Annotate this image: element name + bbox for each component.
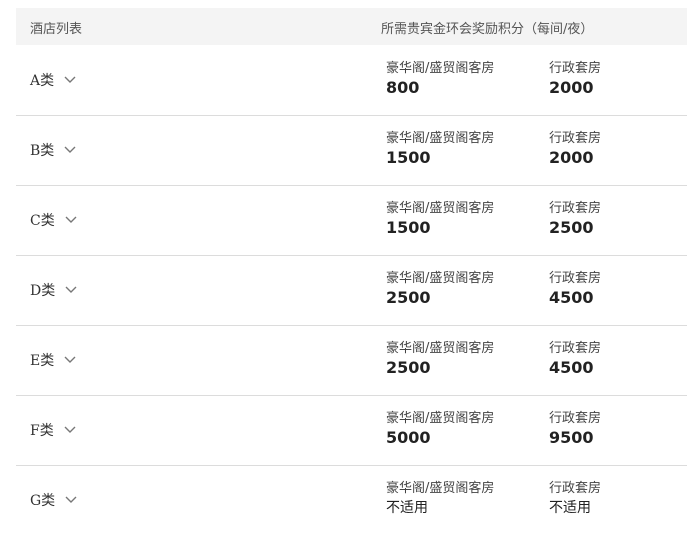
category-toggle-a[interactable]: A类	[30, 70, 76, 90]
executive-suite-points: 4500	[549, 288, 594, 307]
category-toggle-g[interactable]: G类	[30, 490, 77, 510]
deluxe-room-cell: 豪华阁/盛贸阁客房 1500	[386, 130, 494, 168]
executive-suite-points: 2000	[549, 78, 594, 97]
executive-suite-label: 行政套房	[549, 411, 602, 426]
deluxe-room-label: 豪华阁/盛贸阁客房	[386, 201, 495, 216]
category-label: A类	[30, 73, 55, 89]
executive-suite-label: 行政套房	[549, 481, 602, 496]
category-toggle-b[interactable]: B类	[30, 140, 76, 160]
executive-suite-label: 行政套房	[549, 61, 602, 76]
deluxe-room-points: 800	[386, 78, 420, 97]
category-label: C类	[30, 213, 55, 229]
chevron-down-icon	[65, 286, 77, 293]
category-toggle-d[interactable]: D类	[30, 280, 77, 300]
executive-suite-cell: 行政套房 4500	[549, 340, 601, 378]
deluxe-room-points: 不适用	[386, 500, 428, 516]
chevron-down-icon	[64, 426, 76, 433]
table-row: B类 豪华阁/盛贸阁客房 1500 行政套房 2000	[16, 116, 687, 186]
table-row: F类 豪华阁/盛贸阁客房 5000 行政套房 9500	[16, 396, 687, 466]
executive-suite-label: 行政套房	[549, 131, 602, 146]
deluxe-room-cell: 豪华阁/盛贸阁客房 2500	[386, 270, 494, 308]
deluxe-room-cell: 豪华阁/盛贸阁客房 800	[386, 60, 494, 98]
executive-suite-label: 行政套房	[549, 271, 602, 286]
category-label: F类	[30, 423, 54, 439]
deluxe-room-cell: 豪华阁/盛贸阁客房 2500	[386, 340, 494, 378]
table-row: E类 豪华阁/盛贸阁客房 2500 行政套房 4500	[16, 326, 687, 396]
deluxe-room-label: 豪华阁/盛贸阁客房	[386, 411, 495, 426]
executive-suite-points: 不适用	[549, 500, 591, 516]
deluxe-room-label: 豪华阁/盛贸阁客房	[386, 131, 495, 146]
category-label: D类	[30, 283, 56, 299]
category-toggle-e[interactable]: E类	[30, 350, 76, 370]
deluxe-room-points: 2500	[386, 358, 431, 377]
table-row: D类 豪华阁/盛贸阁客房 2500 行政套房 4500	[16, 256, 687, 326]
executive-suite-cell: 行政套房 9500	[549, 410, 601, 448]
table-row: G类 豪华阁/盛贸阁客房 不适用 行政套房 不适用	[16, 466, 687, 535]
deluxe-room-points: 2500	[386, 288, 431, 307]
table-row: C类 豪华阁/盛贸阁客房 1500 行政套房 2500	[16, 186, 687, 256]
deluxe-room-cell: 豪华阁/盛贸阁客房 5000	[386, 410, 494, 448]
chevron-down-icon	[64, 356, 76, 363]
executive-suite-label: 行政套房	[549, 341, 602, 356]
executive-suite-cell: 行政套房 不适用	[549, 480, 601, 518]
category-toggle-c[interactable]: C类	[30, 210, 77, 230]
deluxe-room-label: 豪华阁/盛贸阁客房	[386, 61, 495, 76]
executive-suite-label: 行政套房	[549, 201, 602, 216]
executive-suite-points: 9500	[549, 428, 594, 447]
category-toggle-f[interactable]: F类	[30, 420, 76, 440]
header-points-required: 所需贵宾金环会奖励积分（每间/夜）	[381, 22, 594, 37]
chevron-down-icon	[64, 76, 76, 83]
table-row: A类 豪华阁/盛贸阁客房 800 行政套房 2000	[16, 46, 687, 116]
executive-suite-cell: 行政套房 2000	[549, 60, 601, 98]
executive-suite-cell: 行政套房 2000	[549, 130, 601, 168]
category-label: G类	[30, 493, 56, 509]
category-label: E类	[30, 353, 55, 369]
header-hotel-list: 酒店列表	[30, 22, 83, 37]
executive-suite-points: 2500	[549, 218, 594, 237]
executive-suite-points: 2000	[549, 148, 594, 167]
executive-suite-cell: 行政套房 4500	[549, 270, 601, 308]
deluxe-room-points: 1500	[386, 148, 431, 167]
deluxe-room-cell: 豪华阁/盛贸阁客房 不适用	[386, 480, 494, 518]
deluxe-room-points: 5000	[386, 428, 431, 447]
deluxe-room-label: 豪华阁/盛贸阁客房	[386, 271, 495, 286]
chevron-down-icon	[64, 146, 76, 153]
deluxe-room-label: 豪华阁/盛贸阁客房	[386, 481, 495, 496]
chevron-down-icon	[65, 496, 77, 503]
executive-suite-points: 4500	[549, 358, 594, 377]
executive-suite-cell: 行政套房 2500	[549, 200, 601, 238]
deluxe-room-label: 豪华阁/盛贸阁客房	[386, 341, 495, 356]
table-header: 酒店列表 所需贵宾金环会奖励积分（每间/夜）	[16, 8, 687, 45]
category-label: B类	[30, 143, 55, 159]
deluxe-room-points: 1500	[386, 218, 431, 237]
chevron-down-icon	[65, 216, 77, 223]
deluxe-room-cell: 豪华阁/盛贸阁客房 1500	[386, 200, 494, 238]
